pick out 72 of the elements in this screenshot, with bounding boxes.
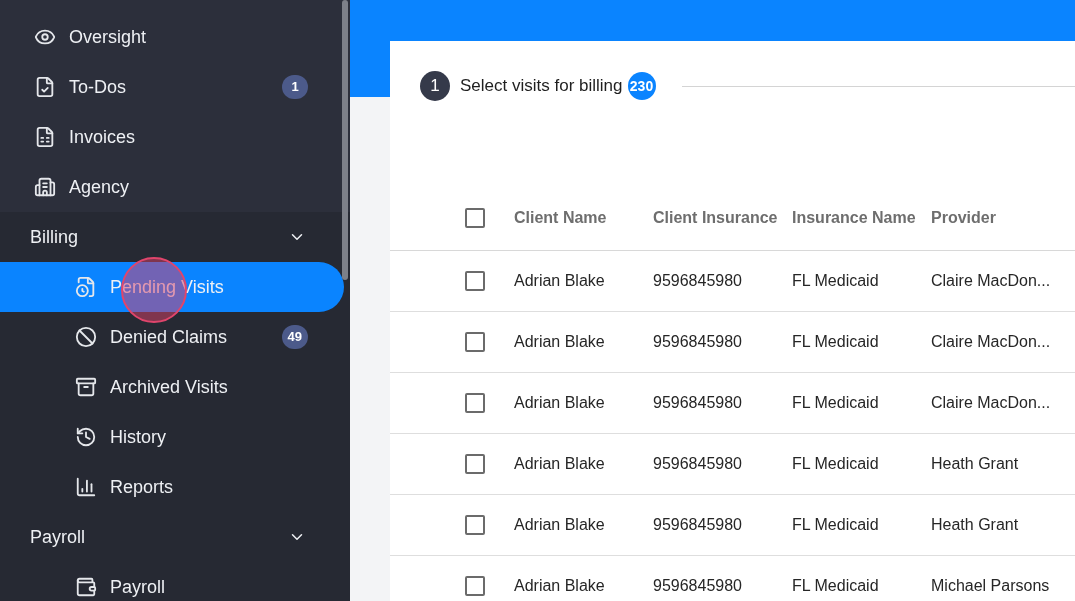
nav-item[interactable]: Agency (0, 162, 344, 212)
nav-item[interactable]: Invoices (0, 112, 344, 162)
checkbox[interactable] (465, 576, 485, 596)
step-title: Select visits for billing (460, 75, 623, 98)
table-cell-text: Adrian Blake (514, 454, 606, 474)
table-cell-text: FL Medicaid (792, 515, 880, 535)
nav-item[interactable]: Payroll (0, 562, 344, 601)
table-cell-text: Adrian Blake (514, 576, 606, 596)
checkbox[interactable] (465, 515, 485, 535)
section-label: Payroll (30, 525, 86, 549)
nav-label: History (110, 425, 166, 449)
nav-label: Invoices (69, 125, 136, 149)
table-cell-text: Michael Parsons (931, 576, 1051, 596)
wallet-icon (75, 576, 97, 598)
column-header[interactable]: Client Insurance (653, 205, 792, 230)
nav-label: Reports (110, 475, 174, 499)
table-cell-text: 9596845980 (653, 393, 743, 413)
history-icon (75, 426, 97, 448)
document-clock-icon (75, 276, 97, 298)
archive-box-icon (75, 376, 97, 398)
nav-label: Agency (69, 175, 130, 199)
table-cell-text: Adrian Blake (514, 271, 606, 291)
table-cell-text: 9596845980 (653, 454, 743, 474)
table-cell-text: Adrian Blake (514, 515, 606, 535)
table-cell-text: 9596845980 (653, 515, 743, 535)
invoice-icon (34, 126, 56, 148)
nav-item[interactable]: Oversight (0, 12, 344, 62)
table-cell-text: Adrian Blake (514, 393, 606, 413)
checkbox[interactable] (465, 271, 485, 291)
table-cell-text: Claire MacDon... (931, 393, 1052, 413)
nav-item[interactable]: Reports (0, 462, 344, 512)
checkbox[interactable] (465, 454, 485, 474)
checkbox[interactable] (465, 332, 485, 352)
section-header[interactable]: Billing (0, 212, 350, 262)
nav-item[interactable]: Denied Claims 49 (0, 312, 344, 362)
nav-item[interactable]: Archived Visits (0, 362, 344, 412)
table-cell-text: Claire MacDon... (931, 271, 1052, 291)
checkbox[interactable] (465, 207, 485, 228)
count-badge: 49 (281, 325, 308, 349)
nav-item[interactable]: To-Dos 1 (0, 62, 344, 112)
block-icon (75, 326, 97, 348)
table-cell-text: 9596845980 (653, 271, 743, 291)
column-header[interactable]: Insurance Name (792, 205, 931, 230)
table-cell-text: FL Medicaid (792, 454, 880, 474)
step-number: 1 (420, 71, 450, 101)
table-cell-text: FL Medicaid (792, 393, 880, 413)
column-header[interactable]: Provider (931, 205, 1071, 230)
section-label: Billing (30, 225, 79, 249)
building-icon (34, 176, 56, 198)
count-badge: 1 (282, 75, 308, 99)
bar-chart-icon (75, 476, 97, 498)
table-cell-text: FL Medicaid (792, 576, 880, 596)
table-cell-text: Adrian Blake (514, 332, 606, 352)
section-header[interactable]: Payroll (0, 512, 350, 562)
nav-label: Oversight (69, 25, 147, 49)
nav-label: Payroll (110, 575, 166, 599)
checkbox[interactable] (465, 393, 485, 413)
nav-label: To-Dos (69, 75, 126, 99)
document-check-icon (34, 76, 56, 98)
table-cell-text: Claire MacDon... (931, 332, 1052, 352)
nav-item[interactable]: History (0, 412, 344, 462)
table-cell-text: Heath Grant (931, 515, 1020, 535)
table-cell-text: 9596845980 (653, 332, 743, 352)
count-badge: 230 (627, 72, 656, 100)
column-header[interactable]: Client Name (514, 205, 653, 230)
nav-label: Archived Visits (110, 375, 228, 399)
table-cell-text: FL Medicaid (792, 332, 880, 352)
table-cell-text: 9596845980 (653, 576, 743, 596)
table-cell-text: FL Medicaid (792, 271, 880, 291)
table-cell-text: Heath Grant (931, 454, 1020, 474)
nav-label: Denied Claims (110, 325, 228, 349)
scrollbar[interactable] (342, 0, 348, 280)
